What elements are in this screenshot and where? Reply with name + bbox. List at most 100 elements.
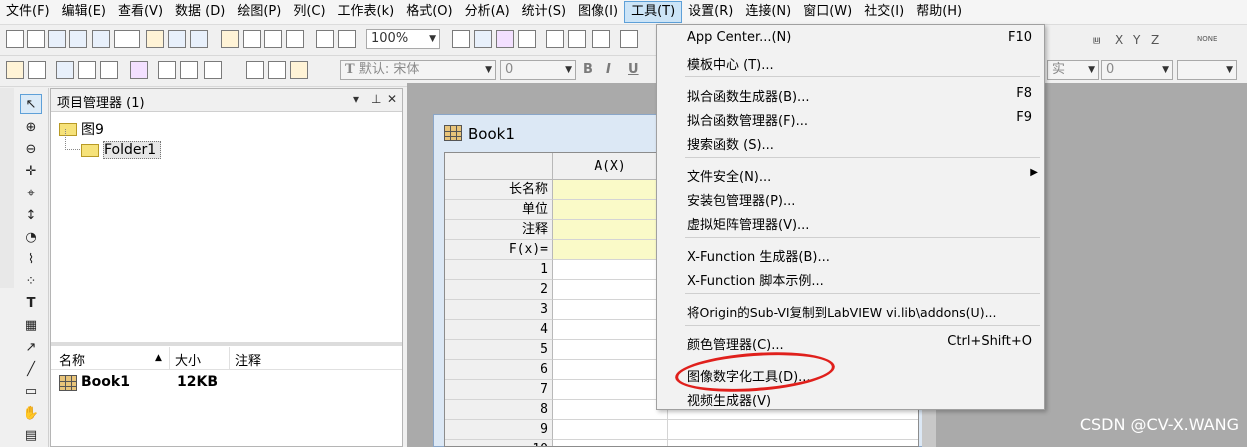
cell[interactable] — [553, 240, 668, 260]
menu-help[interactable]: 帮助(H) — [910, 1, 968, 23]
menu-edit[interactable]: 编辑(E) — [56, 1, 112, 23]
text-tool-icon[interactable]: T — [20, 294, 42, 314]
new-project-icon[interactable] — [6, 30, 24, 48]
color-select[interactable]: ▼ — [1177, 60, 1237, 80]
data-reader-icon[interactable]: ⌖ — [20, 184, 42, 204]
copy-page-icon[interactable] — [496, 30, 514, 48]
menu-item-app-center[interactable]: App Center...(N) F10 — [657, 27, 1044, 49]
cell[interactable] — [553, 400, 668, 420]
row-header-longname[interactable]: 长名称 — [445, 180, 553, 200]
menu-item-virtual-matrix-manager[interactable]: 虚拟矩阵管理器(V)... — [657, 211, 1044, 233]
tree-child[interactable]: Folder1 — [81, 141, 162, 159]
menu-item-x-function-samples[interactable]: X-Function 脚本示例... — [657, 267, 1044, 289]
cut-icon[interactable] — [246, 61, 264, 79]
column-header-a[interactable]: A(X) — [553, 153, 668, 180]
column-header-note[interactable]: 注释 — [235, 350, 261, 369]
z-axis-label[interactable]: Z — [1151, 33, 1159, 47]
color-wheel-icon[interactable] — [180, 61, 198, 79]
menu-item-package-manager[interactable]: 安装包管理器(P)... — [657, 187, 1044, 209]
menu-item-file-security[interactable]: 文件安全(N)... ▶ — [657, 163, 1044, 185]
cell[interactable] — [553, 440, 668, 446]
hand-icon[interactable]: ✋ — [20, 404, 42, 424]
cell[interactable] — [553, 260, 668, 280]
menu-item-search-function[interactable]: 搜索函数 (S)... — [657, 131, 1044, 153]
underline-button[interactable]: U — [628, 62, 639, 77]
arrow-tool-icon[interactable]: ↗ — [20, 338, 42, 358]
menu-image[interactable]: 图像(I) — [572, 1, 624, 23]
row-header[interactable]: 2 — [445, 280, 553, 300]
save-template-icon[interactable] — [286, 30, 304, 48]
line-width-select[interactable]: 0 ▼ — [1101, 60, 1173, 80]
column-header-size[interactable]: 大小 — [175, 350, 201, 369]
menu-file[interactable]: 文件(F) — [0, 1, 56, 23]
new-notes-icon[interactable] — [168, 30, 186, 48]
cell[interactable] — [553, 380, 668, 400]
menu-social[interactable]: 社交(I) — [858, 1, 910, 23]
row-header[interactable]: 6 — [445, 360, 553, 380]
row-header[interactable]: 8 — [445, 400, 553, 420]
none-label[interactable]: NONE — [1197, 35, 1217, 43]
row-header[interactable]: 3 — [445, 300, 553, 320]
close-icon[interactable]: ✕ — [387, 92, 397, 106]
cell[interactable] — [668, 420, 918, 440]
add-column-icon[interactable] — [78, 61, 96, 79]
x-axis-label[interactable]: X — [1115, 33, 1123, 47]
pin-icon[interactable]: ⊥ — [371, 92, 381, 106]
new-graph-icon[interactable] — [92, 30, 110, 48]
menu-format[interactable]: 格式(O) — [400, 1, 458, 23]
menu-view[interactable]: 查看(V) — [112, 1, 169, 23]
row-header-formula[interactable]: F(x)= — [445, 240, 553, 260]
add-layer-icon[interactable] — [6, 61, 24, 79]
screen-reader-icon[interactable]: ↕ — [20, 206, 42, 226]
side-tab-1[interactable] — [1, 94, 13, 174]
scale-icon[interactable]: ✛ — [20, 162, 42, 182]
italic-button[interactable]: I — [606, 62, 611, 77]
region-icon[interactable]: ▤ — [20, 426, 42, 446]
add-anchor-icon[interactable] — [158, 61, 176, 79]
copy-icon[interactable] — [268, 61, 286, 79]
menu-worksheet[interactable]: 工作表(k) — [332, 1, 401, 23]
refresh-icon[interactable] — [338, 30, 356, 48]
panel-menu-icon[interactable]: ▾ — [353, 92, 359, 106]
menu-analysis[interactable]: 分析(A) — [459, 1, 516, 23]
zoom-in-icon[interactable]: ⊕ — [20, 118, 42, 138]
bold-button[interactable]: B — [583, 62, 593, 77]
cell[interactable] — [553, 280, 668, 300]
menu-item-template-center[interactable]: 模板中心 (T)... — [657, 51, 1044, 73]
menu-window[interactable]: 窗口(W) — [797, 1, 858, 23]
menu-tools[interactable]: 工具(T) — [624, 1, 683, 23]
menu-column[interactable]: 列(C) — [287, 1, 331, 23]
rectangle-tool-icon[interactable]: ▭ — [20, 382, 42, 402]
row-header[interactable]: 1 — [445, 260, 553, 280]
cell[interactable] — [553, 180, 668, 200]
pointer-icon[interactable]: ↖ — [20, 94, 42, 114]
menu-item-fitting-function-builder[interactable]: 拟合函数生成器(B)... F8 — [657, 83, 1044, 105]
cell[interactable] — [553, 420, 668, 440]
add-table-icon[interactable]: ▦ — [20, 316, 42, 336]
new-matrix-icon[interactable] — [69, 30, 87, 48]
column-header-name[interactable]: 名称 — [59, 350, 85, 369]
row-header-units[interactable]: 单位 — [445, 200, 553, 220]
panel-splitter[interactable] — [51, 342, 402, 346]
menu-plot[interactable]: 绘图(P) — [231, 1, 287, 23]
row-header[interactable]: 7 — [445, 380, 553, 400]
side-tab-2[interactable] — [1, 188, 13, 268]
menu-settings[interactable]: 设置(R) — [682, 1, 739, 23]
cell[interactable] — [553, 220, 668, 240]
zoom-select[interactable]: 100% ▼ — [366, 29, 440, 49]
line-style-select[interactable]: 实 ▼ — [1047, 60, 1099, 80]
menu-data[interactable]: 数据 (D) — [169, 1, 231, 23]
project-explorer-icon[interactable] — [620, 30, 638, 48]
new-object-icon[interactable] — [204, 61, 222, 79]
layer-arrange-icon[interactable] — [28, 61, 46, 79]
results-log-icon[interactable] — [518, 30, 536, 48]
new-layout-icon[interactable] — [146, 30, 164, 48]
print-icon[interactable] — [452, 30, 470, 48]
row-header[interactable]: 5 — [445, 340, 553, 360]
menu-connect[interactable]: 连接(N) — [739, 1, 797, 23]
new-workbook-icon[interactable] — [48, 30, 66, 48]
list-item[interactable]: Book1 12KB — [51, 372, 402, 394]
row-header-comments[interactable]: 注释 — [445, 220, 553, 240]
new-folder-icon[interactable] — [27, 30, 45, 48]
data-selector-icon[interactable]: ◔ — [20, 228, 42, 248]
